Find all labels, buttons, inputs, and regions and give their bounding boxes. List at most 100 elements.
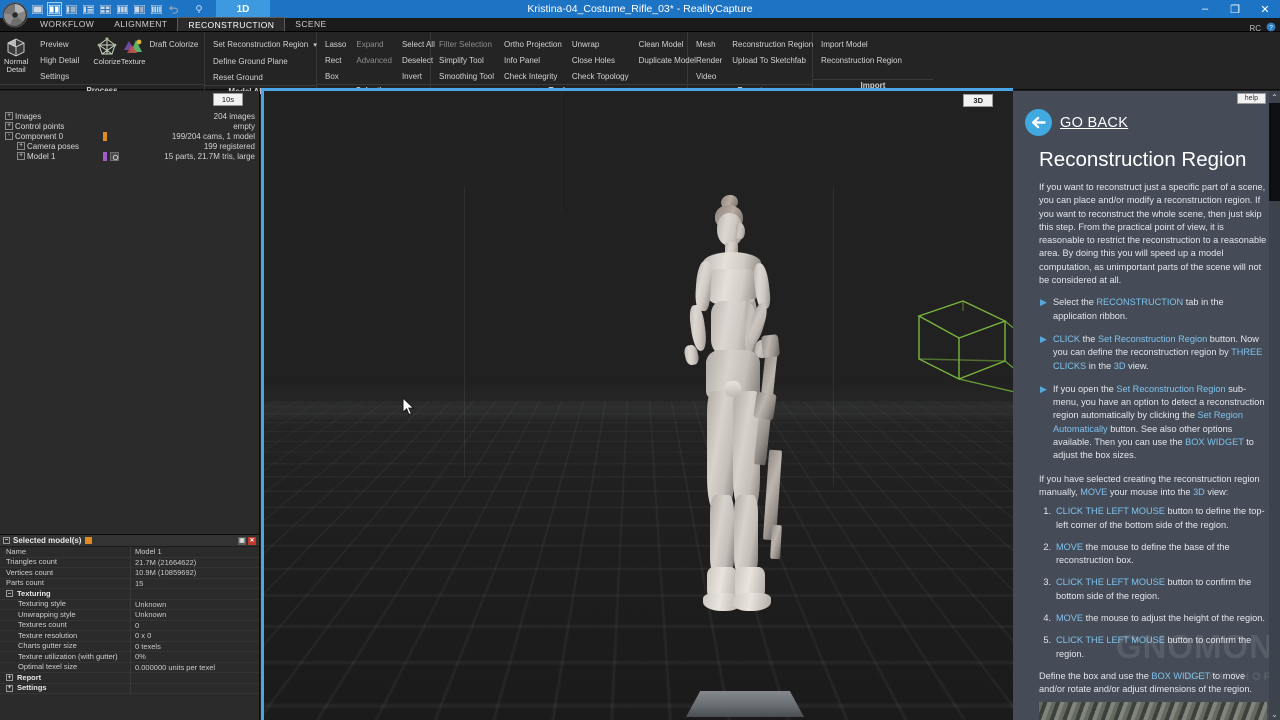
- tree-row-control-points[interactable]: + Control points empty: [0, 121, 260, 131]
- property-row-texture-utilization[interactable]: Texture utilization (with gutter) 0%: [0, 652, 259, 663]
- property-group-report[interactable]: + Report: [0, 673, 259, 684]
- property-row-texture-resolution[interactable]: Texture resolution 0 x 0: [0, 631, 259, 642]
- menu-set-reconstruction-region[interactable]: Set Reconstruction Region ▾: [209, 36, 323, 53]
- layout-grid-2x2-icon[interactable]: [98, 2, 113, 16]
- model-visibility-icon[interactable]: [110, 152, 119, 161]
- property-row-texturing-style[interactable]: Texturing style Unknown: [0, 600, 259, 611]
- expander-icon[interactable]: +: [6, 685, 13, 692]
- colorize-button[interactable]: Colorize: [93, 34, 121, 66]
- tab-scene[interactable]: SCENE: [285, 17, 336, 31]
- menu-lasso[interactable]: Lasso: [321, 36, 352, 52]
- tree-row-images[interactable]: + Images 204 images: [0, 111, 260, 121]
- property-row-charts-gutter-size[interactable]: Charts gutter size 0 texels: [0, 642, 259, 653]
- menu-filter-selection[interactable]: Filter Selection: [435, 36, 500, 52]
- help-circle-icon[interactable]: ?: [1266, 19, 1276, 37]
- menu-draft-colorize[interactable]: Draft Colorize: [145, 36, 204, 52]
- viewport-3d[interactable]: 3D: [261, 91, 1013, 720]
- menu-settings[interactable]: Settings: [36, 68, 85, 84]
- expander-icon[interactable]: +: [5, 112, 13, 120]
- property-group-texturing[interactable]: – Texturing: [0, 589, 259, 600]
- property-row-textures-count[interactable]: Textures count 0: [0, 621, 259, 632]
- ribbon-right-controls[interactable]: RC ?: [1249, 19, 1276, 37]
- property-row-vertices-count[interactable]: Vertices count 10.9M (10859692): [0, 568, 259, 579]
- layout-single-icon[interactable]: [30, 2, 45, 16]
- tree-row-component-0[interactable]: - Component 0 199/204 cams, 1 model: [0, 131, 260, 141]
- expander-icon[interactable]: -: [5, 132, 13, 140]
- menu-render[interactable]: Render: [692, 52, 728, 68]
- layout-wide-split-icon[interactable]: [132, 2, 147, 16]
- layout-two-columns-icon[interactable]: [47, 2, 62, 16]
- scroll-up-icon[interactable]: ⌃: [1269, 91, 1280, 103]
- maximize-button[interactable]: ❐: [1220, 0, 1250, 18]
- property-row-unwrapping-style[interactable]: Unwrapping style Unknown: [0, 610, 259, 621]
- expander-icon[interactable]: +: [5, 122, 13, 130]
- scene-tree[interactable]: + Images 204 images + Control points emp…: [0, 111, 260, 161]
- minimize-button[interactable]: –: [1190, 0, 1220, 18]
- menu-reset-ground[interactable]: Reset Ground: [209, 69, 323, 85]
- tab-alignment[interactable]: ALIGNMENT: [104, 17, 177, 31]
- expander-icon[interactable]: +: [17, 152, 25, 160]
- help-scrollbar[interactable]: ⌃ ⌄: [1269, 91, 1280, 720]
- expander-icon[interactable]: +: [6, 674, 13, 681]
- panel-float-icon[interactable]: ▣: [238, 537, 246, 545]
- menu-info-panel[interactable]: Info Panel: [500, 52, 568, 68]
- menu-close-holes[interactable]: Close Holes: [568, 52, 635, 68]
- document-tab-active[interactable]: 1D: [216, 0, 270, 18]
- layout-grid-3col-icon[interactable]: [115, 2, 130, 16]
- viewport-tab-3d[interactable]: 3D: [963, 94, 993, 107]
- scroll-thumb[interactable]: [1269, 103, 1280, 201]
- property-row-triangles-count[interactable]: Triangles count 21.7M (21664622): [0, 558, 259, 569]
- close-button[interactable]: ✕: [1250, 0, 1280, 18]
- help-step-text: CLICK THE LEFT MOUSE button to confirm t…: [1056, 576, 1267, 603]
- tab-workflow[interactable]: WORKFLOW: [30, 17, 104, 31]
- expander-icon[interactable]: +: [17, 142, 25, 150]
- go-back-button[interactable]: GO BACK: [1025, 109, 1128, 136]
- property-row-name[interactable]: Name Model 1: [0, 547, 259, 558]
- expander-icon[interactable]: –: [6, 590, 13, 597]
- layout-left-split-icon[interactable]: [64, 2, 79, 16]
- viewport-canvas[interactable]: 3D: [261, 91, 1013, 720]
- panel-close-icon[interactable]: ✕: [248, 537, 256, 545]
- property-row-optimal-texel-size[interactable]: Optimal texel size 0.000000 units per te…: [0, 663, 259, 674]
- layout-list-icon[interactable]: [81, 2, 96, 16]
- menu-import-reconstruction-region[interactable]: Reconstruction Region: [817, 52, 908, 68]
- menu-expand[interactable]: Expand: [352, 36, 398, 52]
- menu-advanced[interactable]: Advanced: [352, 52, 398, 68]
- go-back-label[interactable]: GO BACK: [1060, 115, 1128, 131]
- ribbon-tab-bar[interactable]: WORKFLOW ALIGNMENT RECONSTRUCTION SCENE: [0, 18, 1280, 32]
- menu-upload-to-sketchfab[interactable]: Upload To Sketchfab: [728, 52, 819, 68]
- menu-mesh[interactable]: Mesh: [692, 36, 728, 52]
- quick-access-toolbar[interactable]: [30, 1, 198, 17]
- menu-high-detail[interactable]: High Detail: [36, 52, 85, 68]
- panel-collapse-icon[interactable]: –: [3, 537, 10, 544]
- tree-row-camera-poses[interactable]: + Camera poses 199 registered: [0, 141, 260, 151]
- menu-smoothing-tool[interactable]: Smoothing Tool: [435, 68, 500, 84]
- document-tab-pin[interactable]: [182, 0, 216, 18]
- texture-button[interactable]: Texture: [121, 34, 146, 66]
- window-controls[interactable]: – ❐ ✕: [1190, 0, 1280, 18]
- menu-export-reconstruction-region[interactable]: Reconstruction Region: [728, 36, 819, 52]
- menu-rect[interactable]: Rect: [321, 52, 352, 68]
- menu-box[interactable]: Box: [321, 68, 352, 84]
- menu-define-ground-plane[interactable]: Define Ground Plane: [209, 53, 323, 69]
- property-group-settings[interactable]: + Settings: [0, 684, 259, 695]
- arrow-left-icon[interactable]: [1025, 109, 1052, 136]
- menu-check-topology[interactable]: Check Topology: [568, 68, 635, 84]
- menu-ortho-projection[interactable]: Ortho Projection: [500, 36, 568, 52]
- menu-simplify-tool[interactable]: Simplify Tool: [435, 52, 500, 68]
- help-tab-label[interactable]: help: [1237, 93, 1266, 104]
- layout-many-columns-icon[interactable]: [149, 2, 164, 16]
- document-tab-strip[interactable]: 1D: [182, 0, 270, 18]
- scroll-down-icon[interactable]: ⌄: [1269, 708, 1280, 720]
- menu-video[interactable]: Video: [692, 68, 728, 84]
- menu-preview[interactable]: Preview: [36, 36, 85, 52]
- undo-icon[interactable]: [166, 2, 181, 16]
- property-row-parts-count[interactable]: Parts count 15: [0, 579, 259, 590]
- normal-detail-button[interactable]: Normal Detail: [4, 34, 28, 74]
- menu-import-model[interactable]: Import Model: [817, 36, 908, 52]
- tab-reconstruction[interactable]: RECONSTRUCTION: [177, 17, 285, 31]
- menu-unwrap[interactable]: Unwrap: [568, 36, 635, 52]
- tree-row-model-1[interactable]: + Model 1 15 parts, 21.7M tris, large: [0, 151, 260, 161]
- menu-check-integrity[interactable]: Check Integrity: [500, 68, 568, 84]
- reconstructed-mesh-model[interactable]: [595, 195, 895, 720]
